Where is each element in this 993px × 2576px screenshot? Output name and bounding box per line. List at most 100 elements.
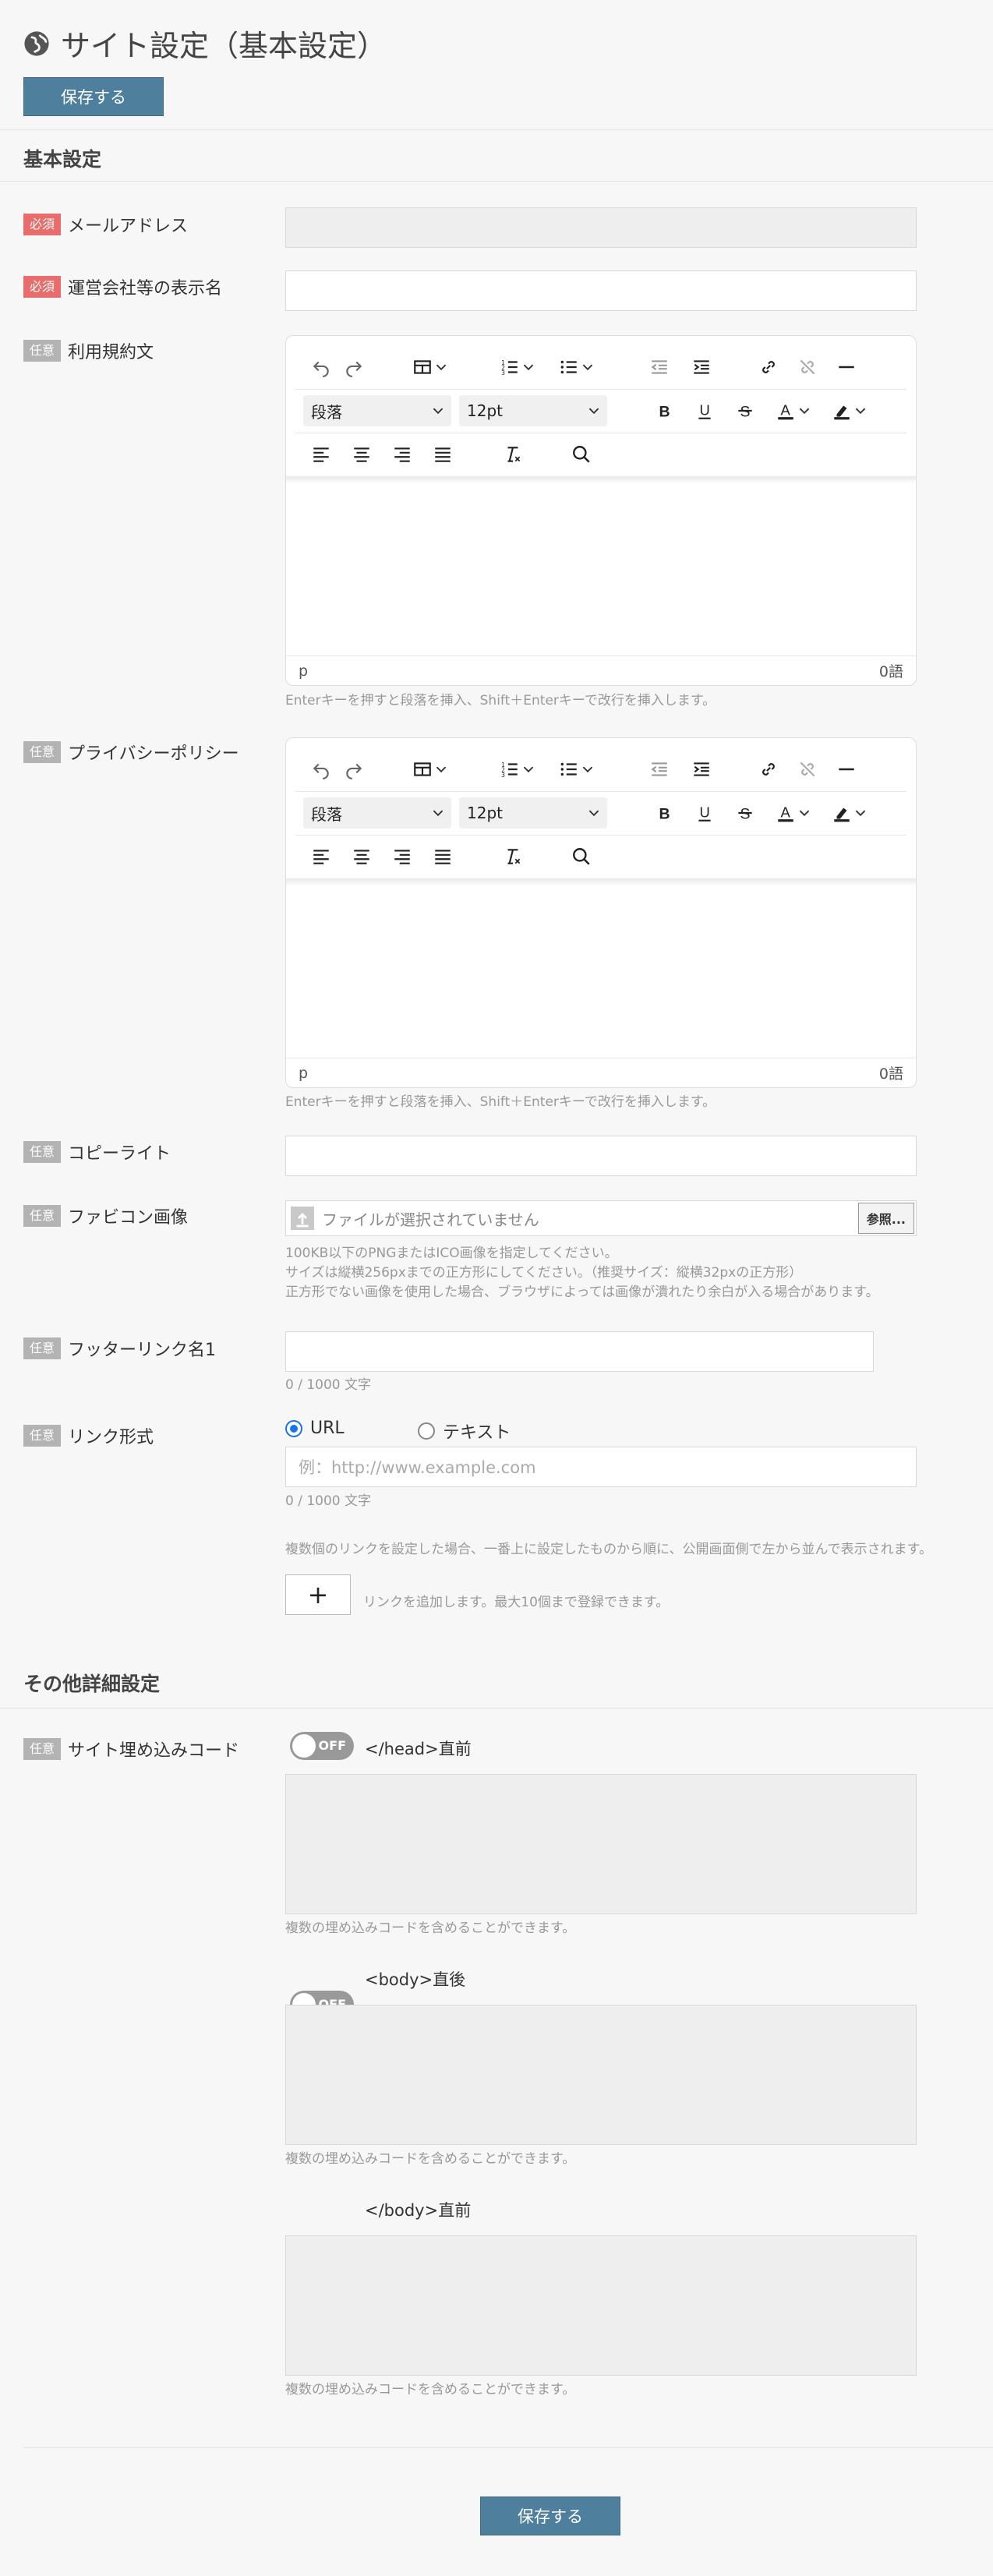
save-button-top[interactable]: 保存する	[23, 77, 164, 116]
element-path[interactable]: p	[299, 1065, 308, 1082]
word-count[interactable]: 0語	[879, 660, 903, 681]
chevron-down-icon[interactable]	[855, 807, 866, 818]
word-count[interactable]: 0語	[879, 1062, 903, 1083]
indent-icon[interactable]	[691, 357, 712, 377]
body-start-code-textarea[interactable]	[285, 2005, 917, 2145]
body-end-code-textarea[interactable]	[285, 2235, 917, 2376]
radio-button-text[interactable]	[418, 1422, 435, 1440]
link-type-label: 任意 リンク形式	[23, 1423, 154, 1448]
radio-text[interactable]: テキスト	[418, 1419, 511, 1443]
bullet-list-icon[interactable]	[559, 357, 579, 377]
add-link-button[interactable]: +	[285, 1574, 351, 1615]
horizontal-rule-icon[interactable]	[836, 357, 857, 377]
terms-editor[interactable]: 123 段落 12pt B U S A p 0語	[285, 335, 917, 686]
privacy-label: 任意 プライバシーポリシー	[23, 740, 239, 765]
display-name-field[interactable]	[285, 270, 917, 311]
chevron-down-icon[interactable]	[799, 807, 810, 818]
divider	[23, 2447, 993, 2448]
font-size-select[interactable]: 12pt	[459, 797, 607, 829]
underline-icon[interactable]: U	[694, 803, 715, 823]
align-left-icon[interactable]	[311, 846, 331, 867]
chevron-down-icon[interactable]	[582, 362, 593, 373]
chevron-down-icon[interactable]	[523, 764, 534, 775]
privacy-help: Enterキーを押すと段落を挿入、Shift＋Enterキーで改行を挿入します。	[285, 1094, 716, 1110]
privacy-editor[interactable]: 123 段落 12pt B U S A p 0語	[285, 737, 917, 1088]
embed-code-label: 任意 サイト埋め込みコード	[23, 1737, 239, 1762]
bold-icon[interactable]: B	[654, 401, 674, 421]
favicon-file-input[interactable]: ファイルが選択されていません 参照...	[285, 1200, 917, 1236]
strikethrough-icon[interactable]: S	[735, 401, 755, 421]
link-icon[interactable]	[758, 759, 779, 779]
block-format-select[interactable]: 段落	[303, 797, 451, 829]
align-justify-icon[interactable]	[433, 846, 453, 867]
align-center-icon[interactable]	[352, 846, 372, 867]
link-url-counter: 0 / 1000 文字	[285, 1493, 372, 1509]
undo-icon[interactable]	[311, 357, 331, 377]
clear-formatting-icon[interactable]	[503, 444, 523, 465]
underline-icon[interactable]: U	[694, 401, 715, 421]
copyright-label-text: コピーライト	[68, 1144, 171, 1164]
align-left-icon[interactable]	[311, 444, 331, 465]
text-color-icon[interactable]: A	[776, 401, 796, 421]
head-toggle[interactable]: OFF	[290, 1732, 354, 1760]
align-center-icon[interactable]	[352, 444, 372, 465]
search-icon[interactable]	[571, 444, 592, 465]
table-icon[interactable]	[412, 357, 433, 377]
highlight-icon[interactable]	[832, 401, 852, 421]
element-path[interactable]: p	[299, 663, 308, 680]
browse-button[interactable]: 参照...	[857, 1203, 914, 1234]
align-justify-icon[interactable]	[433, 444, 453, 465]
favicon-label-text: ファビコン画像	[68, 1208, 189, 1228]
align-right-icon[interactable]	[392, 444, 412, 465]
unlink-icon[interactable]	[797, 357, 818, 377]
font-size-select[interactable]: 12pt	[459, 395, 607, 426]
undo-icon[interactable]	[311, 759, 331, 779]
copyright-field[interactable]	[285, 1136, 917, 1176]
bullet-list-icon[interactable]	[559, 759, 579, 779]
highlight-icon[interactable]	[832, 803, 852, 823]
strikethrough-icon[interactable]: S	[735, 803, 755, 823]
svg-text:A: A	[781, 401, 791, 418]
search-icon[interactable]	[571, 846, 592, 867]
toolbar-shadow	[286, 476, 916, 484]
horizontal-rule-icon[interactable]	[836, 759, 857, 779]
editor-toolbar-row-1: 123	[295, 747, 906, 792]
editor-toolbar-row-2: 段落 12pt B U S A	[295, 791, 906, 836]
link-icon[interactable]	[758, 357, 779, 377]
clear-formatting-icon[interactable]	[503, 846, 523, 867]
footer-link-name-field[interactable]	[285, 1331, 874, 1372]
block-format-select[interactable]: 段落	[303, 395, 451, 426]
embed-code-label-text: サイト埋め込みコード	[68, 1741, 240, 1761]
chevron-down-icon[interactable]	[436, 362, 447, 373]
chevron-down-icon[interactable]	[582, 764, 593, 775]
chevron-down-icon[interactable]	[523, 362, 534, 373]
toggle-knob	[292, 1734, 316, 1758]
chevron-down-icon[interactable]	[855, 405, 866, 416]
redo-icon[interactable]	[344, 759, 364, 779]
links-order-note: 複数個のリンクを設定した場合、一番上に設定したものから順に、公開画面側で左から並…	[285, 1542, 932, 1557]
link-url-input[interactable]: 例：http://www.example.com	[285, 1447, 917, 1487]
outdent-icon[interactable]	[649, 357, 670, 377]
bold-icon[interactable]: B	[654, 803, 674, 823]
head-code-textarea[interactable]	[285, 1774, 917, 1914]
radio-button-url[interactable]	[285, 1419, 302, 1437]
body-end-position-label: </body>直前	[365, 2201, 472, 2220]
chevron-down-icon[interactable]	[436, 764, 447, 775]
align-right-icon[interactable]	[392, 846, 412, 867]
radio-url[interactable]: URL	[285, 1419, 345, 1438]
text-color-icon[interactable]: A	[776, 803, 796, 823]
numbered-list-icon[interactable]: 123	[500, 357, 520, 377]
svg-text:3: 3	[501, 772, 505, 779]
redo-icon[interactable]	[344, 357, 364, 377]
svg-text:U: U	[700, 804, 710, 820]
svg-text:B: B	[659, 806, 670, 823]
unlink-icon[interactable]	[797, 759, 818, 779]
footer-link-name-counter: 0 / 1000 文字	[285, 1377, 372, 1393]
chevron-down-icon[interactable]	[799, 405, 810, 416]
toolbar-shadow	[286, 878, 916, 886]
outdent-icon[interactable]	[649, 759, 670, 779]
indent-icon[interactable]	[691, 759, 712, 779]
numbered-list-icon[interactable]: 123	[500, 759, 520, 779]
save-button-bottom[interactable]: 保存する	[480, 2496, 620, 2535]
table-icon[interactable]	[412, 759, 433, 779]
